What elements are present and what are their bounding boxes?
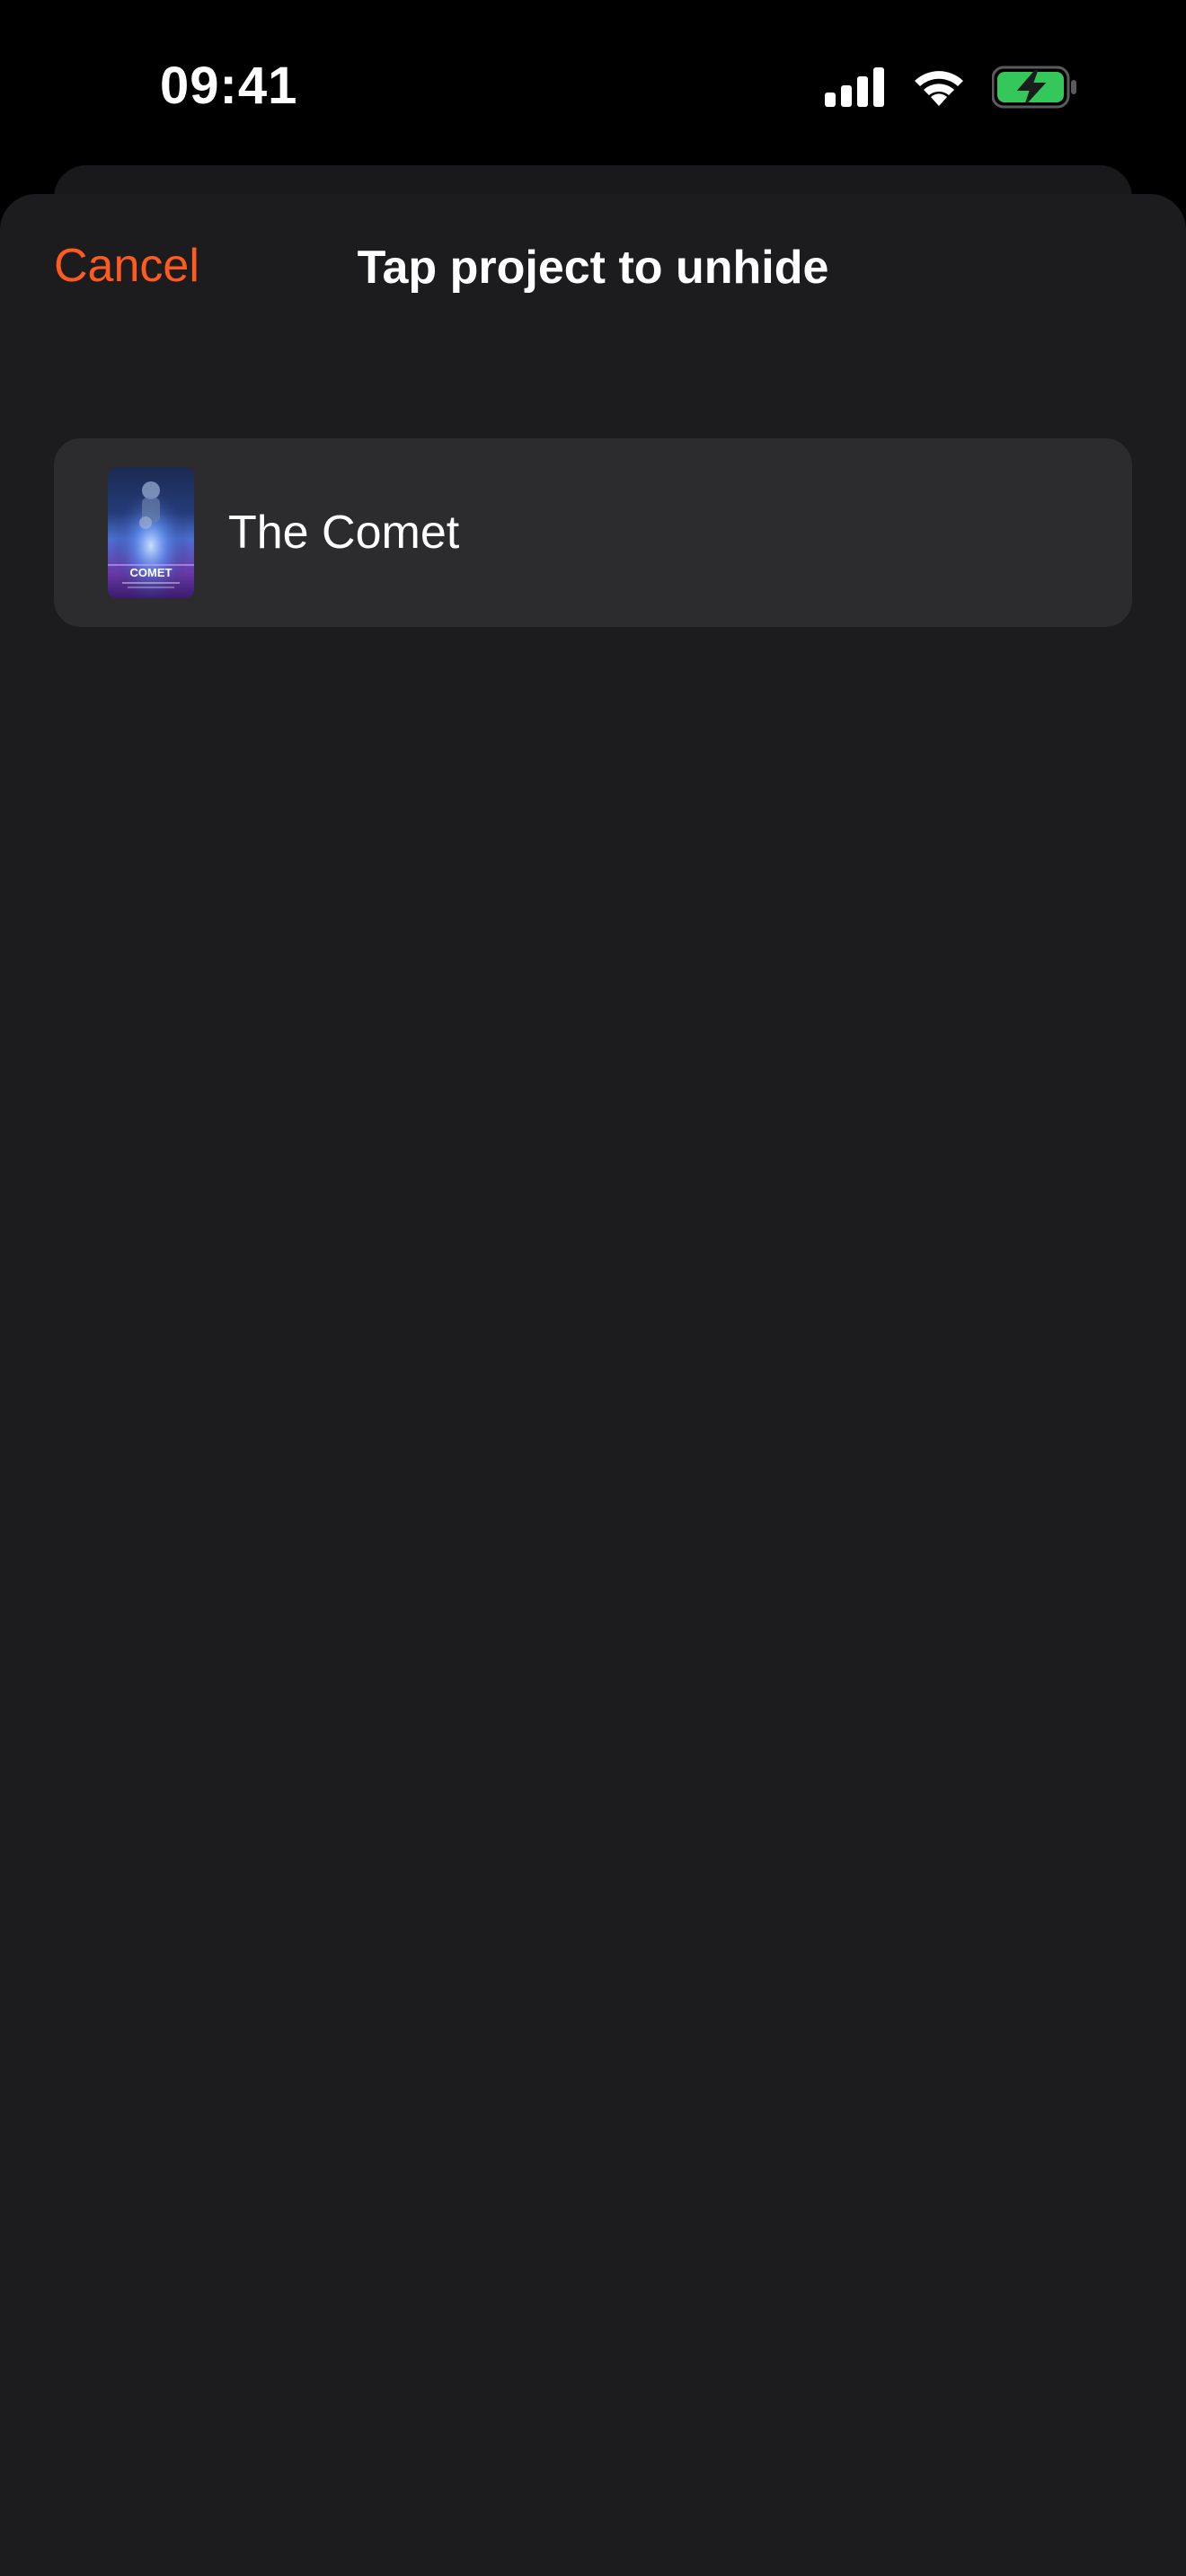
poster-thumbnail: COMET (108, 467, 194, 598)
battery-charging-icon (992, 66, 1078, 109)
status-bar: 09:41 (0, 0, 1186, 171)
project-title: The Comet (228, 507, 460, 559)
unhide-project-sheet: Tap project to unhide Cancel COMET The C… (0, 194, 1186, 2576)
status-time: 09:41 (160, 57, 298, 115)
poster-text: COMET (130, 566, 173, 579)
screen: 09:41 Tap project to unhide Cancel COMET… (0, 0, 1186, 2576)
sheet-nav-bar: Tap project to unhide Cancel (0, 194, 1186, 347)
hidden-project-list: COMET The Comet (54, 438, 1132, 627)
wifi-icon (911, 66, 967, 108)
project-row[interactable]: COMET The Comet (54, 438, 1132, 627)
cellular-signal-icon (825, 67, 886, 107)
status-icons (825, 65, 1078, 110)
cancel-button[interactable]: Cancel (54, 239, 199, 293)
